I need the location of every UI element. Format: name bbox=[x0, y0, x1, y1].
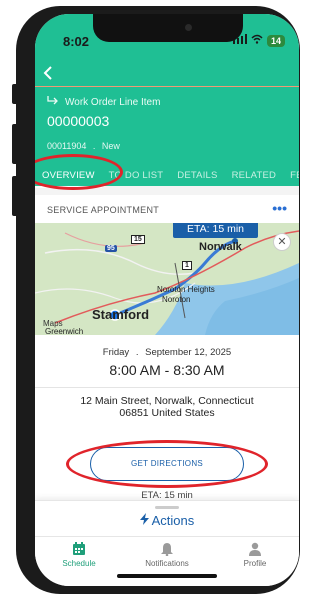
address-line-1: 12 Main Street, Norwalk, Connecticut bbox=[80, 395, 254, 407]
record-type-label: Work Order Line Item bbox=[65, 96, 161, 108]
meta-separator: . bbox=[92, 141, 96, 151]
camera-dot bbox=[185, 24, 192, 31]
status-icons: 14 bbox=[232, 34, 285, 47]
sheet-grip[interactable] bbox=[155, 506, 179, 509]
more-dots-icon[interactable]: ••• bbox=[272, 200, 287, 216]
return-arrow-icon bbox=[47, 96, 59, 108]
nav-profile-label: Profile bbox=[243, 559, 267, 568]
chevron-left-icon bbox=[43, 66, 52, 80]
signal-icon bbox=[232, 34, 247, 47]
appointment-date: Friday . September 12, 2025 bbox=[35, 347, 299, 358]
battery-indicator: 14 bbox=[266, 34, 285, 47]
map-label-noroton: Noroton bbox=[162, 295, 191, 304]
address-line-2: 06851 United States bbox=[119, 407, 215, 419]
route-shield-1: 1 bbox=[182, 261, 192, 270]
bottom-nav: Schedule Notifications Profile bbox=[35, 536, 299, 586]
service-appointment-card: SERVICE APPOINTMENT ••• ETA: 15 min ✕ No… bbox=[35, 195, 299, 505]
map-canvas bbox=[35, 223, 299, 335]
eta-badge: ETA: 15 min bbox=[173, 223, 258, 238]
appointment-time: Friday . September 12, 2025 8:00 AM - 8:… bbox=[35, 335, 299, 388]
map-label-stamford: Stamford bbox=[92, 307, 150, 322]
tab-feed[interactable]: FEED bbox=[283, 166, 299, 188]
actions-label: Actions bbox=[151, 513, 195, 528]
record-status: New bbox=[101, 141, 120, 151]
header-divider bbox=[35, 86, 299, 87]
record-meta: 00011904 . New bbox=[47, 141, 120, 151]
notch bbox=[93, 14, 243, 42]
actions-button[interactable]: Actions bbox=[35, 513, 299, 528]
status-time: 8:02 bbox=[63, 34, 90, 49]
appointment-day: Friday bbox=[102, 347, 130, 358]
section-title: SERVICE APPOINTMENT bbox=[47, 205, 160, 215]
record-type-row: Work Order Line Item bbox=[47, 96, 160, 108]
appointment-time-range: 8:00 AM - 8:30 AM bbox=[109, 362, 225, 378]
home-indicator bbox=[117, 574, 217, 578]
tab-related[interactable]: RELATED bbox=[225, 166, 284, 188]
back-button[interactable] bbox=[43, 64, 53, 85]
nav-schedule[interactable]: Schedule bbox=[35, 537, 123, 586]
nav-notifications-label: Notifications bbox=[145, 559, 189, 568]
nav-profile[interactable]: Profile bbox=[211, 537, 299, 586]
person-icon bbox=[211, 541, 299, 557]
bell-icon bbox=[123, 541, 211, 557]
phone-screen: 8:02 14 Work Order Line Item 00000003 00… bbox=[35, 14, 299, 586]
record-number: 00000003 bbox=[47, 113, 110, 129]
map-attribution: Maps bbox=[43, 319, 63, 328]
map-label-norwalk: Norwalk bbox=[199, 241, 242, 253]
date-separator: . bbox=[135, 347, 139, 358]
calendar-icon bbox=[35, 541, 123, 557]
tab-details[interactable]: DETAILS bbox=[170, 166, 224, 188]
appointment-address: 12 Main Street, Norwalk, Connecticut 068… bbox=[35, 395, 299, 419]
record-header: 8:02 14 Work Order Line Item 00000003 00… bbox=[35, 14, 299, 190]
wifi-icon bbox=[251, 34, 263, 47]
nav-schedule-label: Schedule bbox=[62, 559, 96, 568]
map-label-noroton-heights: Noroton Heights bbox=[157, 285, 215, 294]
close-icon[interactable]: ✕ bbox=[273, 233, 291, 251]
actions-sheet[interactable]: Actions bbox=[35, 500, 299, 537]
highlight-circle-directions bbox=[66, 440, 268, 488]
map-label-greenwich: Greenwich bbox=[45, 327, 84, 335]
appointment-date-value: September 12, 2025 bbox=[145, 347, 232, 358]
route-shield-95: 95 bbox=[105, 245, 117, 252]
parent-number[interactable]: 00011904 bbox=[47, 141, 86, 151]
nav-notifications[interactable]: Notifications bbox=[123, 537, 211, 586]
route-shield-15: 15 bbox=[131, 235, 145, 244]
lightning-icon bbox=[139, 513, 152, 528]
route-map[interactable]: ETA: 15 min ✕ Norwalk Noroton Heights No… bbox=[35, 223, 299, 335]
